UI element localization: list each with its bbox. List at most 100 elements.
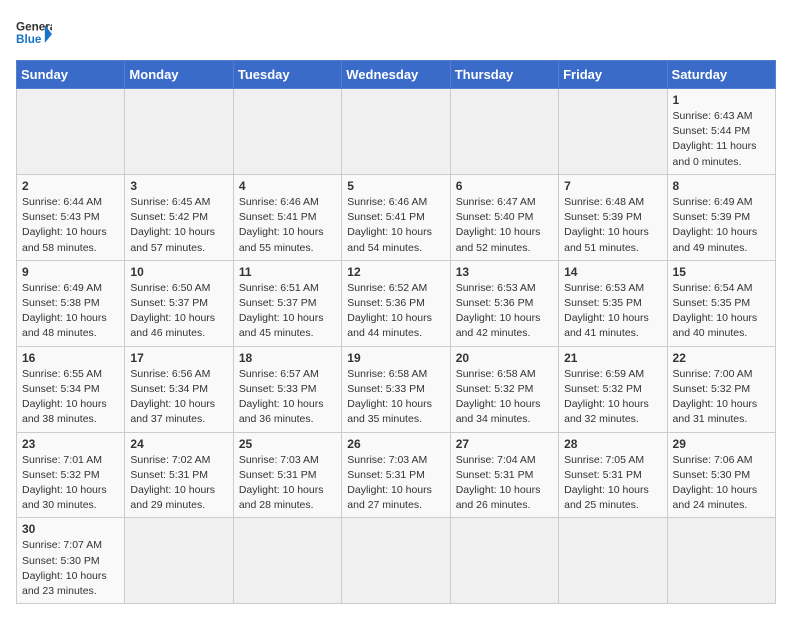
calendar-cell: 16 Sunrise: 6:55 AM Sunset: 5:34 PM Dayli…: [17, 346, 125, 432]
calendar-cell: 25 Sunrise: 7:03 AM Sunset: 5:31 PM Dayli…: [233, 432, 341, 518]
day-number: 4: [239, 179, 336, 193]
day-info: Sunrise: 6:45 AM Sunset: 5:42 PM Dayligh…: [130, 195, 227, 256]
day-number: 26: [347, 437, 444, 451]
calendar-cell: 12Sunrise: 6:52 AM Sunset: 5:36 PM Dayli…: [342, 260, 450, 346]
day-info: Sunrise: 7:06 AM Sunset: 5:30 PM Dayligh…: [673, 453, 770, 514]
day-info: Sunrise: 7:07 AM Sunset: 5:30 PM Dayligh…: [22, 538, 119, 599]
day-info: Sunrise: 6:44 AM Sunset: 5:43 PM Dayligh…: [22, 195, 119, 256]
calendar-week-row: 16 Sunrise: 6:55 AM Sunset: 5:34 PM Dayli…: [17, 346, 776, 432]
calendar-cell: [559, 518, 667, 604]
calendar-cell: 11 Sunrise: 6:51 AM Sunset: 5:37 PM Dayli…: [233, 260, 341, 346]
weekday-header-row: SundayMondayTuesdayWednesdayThursdayFrid…: [17, 61, 776, 89]
calendar-cell: 17 Sunrise: 6:56 AM Sunset: 5:34 PM Dayli…: [125, 346, 233, 432]
day-number: 7: [564, 179, 661, 193]
day-number: 6: [456, 179, 553, 193]
day-info: Sunrise: 7:03 AM Sunset: 5:31 PM Dayligh…: [347, 453, 444, 514]
calendar-cell: [125, 518, 233, 604]
day-number: 28: [564, 437, 661, 451]
svg-text:Blue: Blue: [16, 33, 42, 46]
calendar-cell: 14Sunrise: 6:53 AM Sunset: 5:35 PM Dayli…: [559, 260, 667, 346]
day-info: Sunrise: 6:51 AM Sunset: 5:37 PM Dayligh…: [239, 281, 336, 342]
calendar-cell: 18 Sunrise: 6:57 AM Sunset: 5:33 PM Dayli…: [233, 346, 341, 432]
day-info: Sunrise: 7:00 AM Sunset: 5:32 PM Dayligh…: [673, 367, 770, 428]
day-number: 24: [130, 437, 227, 451]
calendar-cell: 5Sunrise: 6:46 AM Sunset: 5:41 PM Daylig…: [342, 174, 450, 260]
day-info: Sunrise: 7:05 AM Sunset: 5:31 PM Dayligh…: [564, 453, 661, 514]
day-number: 11: [239, 265, 336, 279]
weekday-header-sunday: Sunday: [17, 61, 125, 89]
day-info: Sunrise: 7:01 AM Sunset: 5:32 PM Dayligh…: [22, 453, 119, 514]
day-number: 5: [347, 179, 444, 193]
day-info: Sunrise: 6:49 AM Sunset: 5:38 PM Dayligh…: [22, 281, 119, 342]
calendar-cell: 6Sunrise: 6:47 AM Sunset: 5:40 PM Daylig…: [450, 174, 558, 260]
calendar-cell: 23 Sunrise: 7:01 AM Sunset: 5:32 PM Dayli…: [17, 432, 125, 518]
day-info: Sunrise: 6:50 AM Sunset: 5:37 PM Dayligh…: [130, 281, 227, 342]
calendar-week-row: 2 Sunrise: 6:44 AM Sunset: 5:43 PM Daylig…: [17, 174, 776, 260]
calendar-cell: [450, 89, 558, 175]
calendar-cell: 27 Sunrise: 7:04 AM Sunset: 5:31 PM Dayli…: [450, 432, 558, 518]
weekday-header-thursday: Thursday: [450, 61, 558, 89]
calendar-cell: 3Sunrise: 6:45 AM Sunset: 5:42 PM Daylig…: [125, 174, 233, 260]
day-info: Sunrise: 6:55 AM Sunset: 5:34 PM Dayligh…: [22, 367, 119, 428]
day-number: 2: [22, 179, 119, 193]
day-info: Sunrise: 6:56 AM Sunset: 5:34 PM Dayligh…: [130, 367, 227, 428]
calendar-cell: [559, 89, 667, 175]
calendar-cell: 22Sunrise: 7:00 AM Sunset: 5:32 PM Dayli…: [667, 346, 775, 432]
day-number: 13: [456, 265, 553, 279]
calendar-cell: [342, 518, 450, 604]
day-number: 19: [347, 351, 444, 365]
day-number: 27: [456, 437, 553, 451]
calendar-cell: 24 Sunrise: 7:02 AM Sunset: 5:31 PM Dayli…: [125, 432, 233, 518]
calendar-cell: 19 Sunrise: 6:58 AM Sunset: 5:33 PM Dayli…: [342, 346, 450, 432]
calendar-cell: [233, 518, 341, 604]
day-info: Sunrise: 6:53 AM Sunset: 5:35 PM Dayligh…: [564, 281, 661, 342]
calendar-cell: 29 Sunrise: 7:06 AM Sunset: 5:30 PM Dayli…: [667, 432, 775, 518]
calendar-cell: [233, 89, 341, 175]
day-info: Sunrise: 6:59 AM Sunset: 5:32 PM Dayligh…: [564, 367, 661, 428]
calendar-cell: 28 Sunrise: 7:05 AM Sunset: 5:31 PM Dayli…: [559, 432, 667, 518]
day-number: 21: [564, 351, 661, 365]
day-info: Sunrise: 7:03 AM Sunset: 5:31 PM Dayligh…: [239, 453, 336, 514]
day-number: 8: [673, 179, 770, 193]
day-info: Sunrise: 7:02 AM Sunset: 5:31 PM Dayligh…: [130, 453, 227, 514]
day-info: Sunrise: 6:46 AM Sunset: 5:41 PM Dayligh…: [239, 195, 336, 256]
day-info: Sunrise: 6:58 AM Sunset: 5:33 PM Dayligh…: [347, 367, 444, 428]
calendar-cell: 7 Sunrise: 6:48 AM Sunset: 5:39 PM Daylig…: [559, 174, 667, 260]
day-info: Sunrise: 6:53 AM Sunset: 5:36 PM Dayligh…: [456, 281, 553, 342]
day-info: Sunrise: 6:54 AM Sunset: 5:35 PM Dayligh…: [673, 281, 770, 342]
weekday-header-wednesday: Wednesday: [342, 61, 450, 89]
day-number: 23: [22, 437, 119, 451]
weekday-header-monday: Monday: [125, 61, 233, 89]
day-number: 10: [130, 265, 227, 279]
logo-icon: General Blue: [16, 16, 52, 52]
day-info: Sunrise: 7:04 AM Sunset: 5:31 PM Dayligh…: [456, 453, 553, 514]
day-number: 17: [130, 351, 227, 365]
day-number: 29: [673, 437, 770, 451]
calendar-cell: 30 Sunrise: 7:07 AM Sunset: 5:30 PM Dayli…: [17, 518, 125, 604]
weekday-header-saturday: Saturday: [667, 61, 775, 89]
day-info: Sunrise: 6:48 AM Sunset: 5:39 PM Dayligh…: [564, 195, 661, 256]
day-number: 12: [347, 265, 444, 279]
calendar-week-row: 30 Sunrise: 7:07 AM Sunset: 5:30 PM Dayli…: [17, 518, 776, 604]
calendar-cell: 2 Sunrise: 6:44 AM Sunset: 5:43 PM Daylig…: [17, 174, 125, 260]
day-number: 30: [22, 522, 119, 536]
calendar-week-row: 9Sunrise: 6:49 AM Sunset: 5:38 PM Daylig…: [17, 260, 776, 346]
calendar-cell: 26 Sunrise: 7:03 AM Sunset: 5:31 PM Dayli…: [342, 432, 450, 518]
day-number: 15: [673, 265, 770, 279]
logo: General Blue: [16, 16, 52, 52]
calendar-cell: [667, 518, 775, 604]
day-number: 18: [239, 351, 336, 365]
day-number: 25: [239, 437, 336, 451]
calendar-week-row: 23 Sunrise: 7:01 AM Sunset: 5:32 PM Dayli…: [17, 432, 776, 518]
calendar-week-row: 1Sunrise: 6:43 AM Sunset: 5:44 PM Daylig…: [17, 89, 776, 175]
day-number: 1: [673, 93, 770, 107]
day-info: Sunrise: 6:49 AM Sunset: 5:39 PM Dayligh…: [673, 195, 770, 256]
calendar-cell: [450, 518, 558, 604]
day-number: 16: [22, 351, 119, 365]
calendar-cell: 21 Sunrise: 6:59 AM Sunset: 5:32 PM Dayli…: [559, 346, 667, 432]
calendar-cell: [342, 89, 450, 175]
calendar-cell: 20Sunrise: 6:58 AM Sunset: 5:32 PM Dayli…: [450, 346, 558, 432]
page-header: General Blue: [16, 16, 776, 52]
calendar-cell: 9Sunrise: 6:49 AM Sunset: 5:38 PM Daylig…: [17, 260, 125, 346]
day-info: Sunrise: 6:57 AM Sunset: 5:33 PM Dayligh…: [239, 367, 336, 428]
